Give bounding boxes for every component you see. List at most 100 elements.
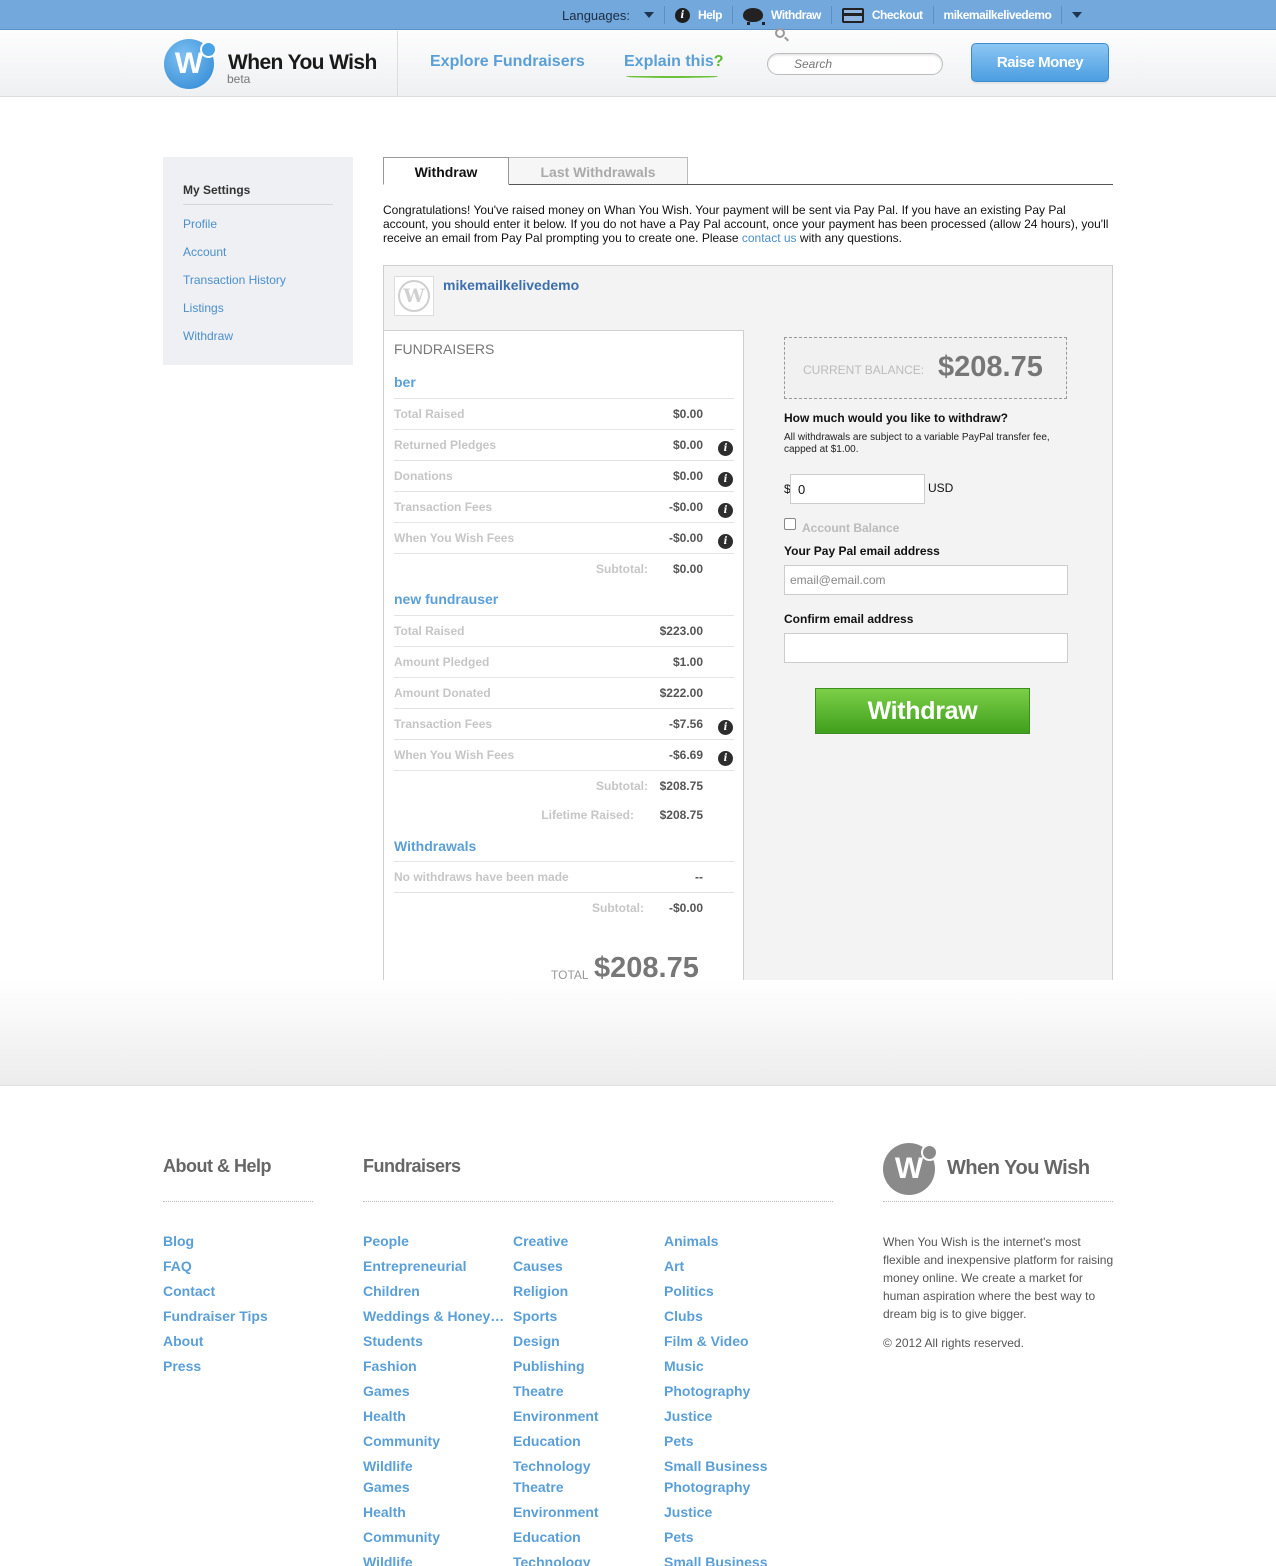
account-username[interactable]: mikemailkelivedemo: [443, 277, 579, 293]
contact-us-link[interactable]: contact us: [742, 231, 797, 245]
footer-category-link[interactable]: Music: [664, 1358, 704, 1374]
checkout-link[interactable]: Checkout: [872, 8, 923, 22]
sidebar-item-account[interactable]: Account: [183, 245, 226, 259]
fundraiser-name[interactable]: ber: [394, 374, 416, 390]
footer-category-link[interactable]: Environment: [513, 1504, 599, 1520]
withdraw-amount-input[interactable]: [790, 474, 925, 504]
footer-category-link[interactable]: Pets: [664, 1433, 694, 1449]
row-value: $0.00: [672, 438, 703, 452]
info-icon[interactable]: i: [718, 472, 733, 487]
footer-category-link[interactable]: Pets: [664, 1529, 694, 1545]
footer-category-link[interactable]: Students: [363, 1333, 423, 1349]
footer-about-title: About & Help: [163, 1156, 272, 1176]
footer-logo-icon[interactable]: W: [883, 1143, 938, 1195]
footer-link[interactable]: Blog: [163, 1233, 194, 1249]
row-label: When You Wish Fees: [394, 748, 515, 762]
footer-link[interactable]: Press: [163, 1358, 201, 1374]
footer-category-link[interactable]: Justice: [664, 1504, 712, 1520]
sidebar-item-withdraw[interactable]: Withdraw: [183, 329, 233, 343]
table-row: Amount Pledged $1.00: [394, 646, 734, 677]
info-icon[interactable]: i: [718, 534, 733, 549]
help-link[interactable]: Help: [698, 8, 723, 22]
footer-category-link[interactable]: Creative: [513, 1233, 568, 1249]
footer-category-link[interactable]: People: [363, 1233, 409, 1249]
confirm-email-label: Confirm email address: [784, 612, 914, 626]
footer-category-link[interactable]: Photography: [664, 1383, 750, 1399]
row-label: Transaction Fees: [394, 717, 493, 731]
footer-category-link[interactable]: Games: [363, 1383, 410, 1399]
footer-category-link[interactable]: Community: [363, 1529, 440, 1545]
footer-category-link[interactable]: Design: [513, 1333, 560, 1349]
footer-category-link[interactable]: Education: [513, 1433, 581, 1449]
paypal-email-input[interactable]: [784, 565, 1068, 595]
credit-card-icon[interactable]: [841, 7, 864, 23]
footer-category-link[interactable]: Justice: [664, 1408, 712, 1424]
footer-link[interactable]: Contact: [163, 1283, 215, 1299]
explore-fundraisers-link[interactable]: Explore Fundraisers: [430, 53, 585, 71]
footer-link[interactable]: About: [163, 1333, 203, 1349]
footer-category-link[interactable]: Sports: [513, 1308, 557, 1324]
footer-category-link[interactable]: Health: [363, 1408, 406, 1424]
sidebar-item-listings[interactable]: Listings: [183, 301, 224, 315]
footer-category-link[interactable]: Weddings & Honey…: [363, 1308, 504, 1324]
footer-category-link[interactable]: Technology: [513, 1458, 591, 1474]
piggy-bank-icon[interactable]: [742, 8, 765, 25]
divider: [830, 6, 832, 24]
sidebar-divider: [183, 204, 333, 205]
footer-logo-text[interactable]: When You Wish: [947, 1157, 1090, 1180]
footer-category-link[interactable]: Theatre: [513, 1383, 564, 1399]
user-menu[interactable]: mikemailkelivedemo: [944, 8, 1052, 22]
fundraiser-name[interactable]: new fundrauser: [394, 591, 498, 607]
footer-category-link[interactable]: Art: [664, 1258, 684, 1274]
confirm-email-input[interactable]: [784, 633, 1068, 663]
languages-dropdown-icon[interactable]: [643, 12, 654, 18]
explain-this-link[interactable]: Explain this?: [624, 53, 724, 78]
footer-category-link[interactable]: Publishing: [513, 1358, 585, 1374]
current-balance-box: CURRENT BALANCE: $208.75: [784, 337, 1067, 399]
row-value: --: [695, 870, 703, 884]
withdraw-link[interactable]: Withdraw: [771, 8, 821, 22]
footer-category-link[interactable]: Religion: [513, 1283, 568, 1299]
footer-category-link[interactable]: Technology: [513, 1554, 591, 1566]
footer-category-link[interactable]: Children: [363, 1283, 420, 1299]
help-icon[interactable]: i: [674, 7, 690, 23]
footer-category-link[interactable]: Photography: [664, 1479, 750, 1495]
withdraw-button[interactable]: Withdraw: [815, 688, 1030, 734]
row-value: $222.00: [659, 686, 703, 700]
footer-category-link[interactable]: Wildlife: [363, 1458, 413, 1474]
tab-withdraw[interactable]: Withdraw: [383, 157, 509, 185]
row-value: -$0.00: [668, 500, 703, 514]
logo-icon[interactable]: W: [164, 39, 217, 89]
sidebar-item-transaction-history[interactable]: Transaction History: [183, 273, 286, 287]
sidebar-item-profile[interactable]: Profile: [183, 217, 217, 231]
row-value: $223.00: [659, 624, 703, 638]
footer-category-link[interactable]: Wildlife: [363, 1554, 413, 1566]
tab-last-withdrawals[interactable]: Last Withdrawals: [508, 157, 688, 185]
footer-link[interactable]: Fundraiser Tips: [163, 1308, 268, 1324]
footer-category-link[interactable]: Education: [513, 1529, 581, 1545]
info-icon[interactable]: i: [718, 720, 733, 735]
footer-category-link[interactable]: Community: [363, 1433, 440, 1449]
footer-category-link[interactable]: Small Business: [664, 1458, 768, 1474]
raise-money-button[interactable]: Raise Money: [971, 43, 1109, 82]
footer-category-link[interactable]: Fashion: [363, 1358, 417, 1374]
info-icon[interactable]: i: [718, 503, 733, 518]
footer-category-link[interactable]: Clubs: [664, 1308, 703, 1324]
footer-category-link[interactable]: Games: [363, 1479, 410, 1495]
search-input[interactable]: [767, 53, 943, 75]
footer-category-link[interactable]: Environment: [513, 1408, 599, 1424]
footer-category-link[interactable]: Theatre: [513, 1479, 564, 1495]
footer-category-link[interactable]: Film & Video: [664, 1333, 749, 1349]
footer-category-link[interactable]: Entrepreneurial: [363, 1258, 466, 1274]
footer-category-link[interactable]: Causes: [513, 1258, 563, 1274]
footer-category-link[interactable]: Small Business: [664, 1554, 768, 1566]
info-icon[interactable]: i: [718, 751, 733, 766]
footer-category-link[interactable]: Politics: [664, 1283, 714, 1299]
intro-text-part: with any questions.: [796, 231, 902, 245]
footer-link[interactable]: FAQ: [163, 1258, 192, 1274]
account-balance-checkbox[interactable]: [784, 518, 796, 530]
user-menu-dropdown-icon[interactable]: [1072, 12, 1083, 18]
footer-category-link[interactable]: Health: [363, 1504, 406, 1520]
info-icon[interactable]: i: [718, 441, 733, 456]
footer-category-link[interactable]: Animals: [664, 1233, 718, 1249]
